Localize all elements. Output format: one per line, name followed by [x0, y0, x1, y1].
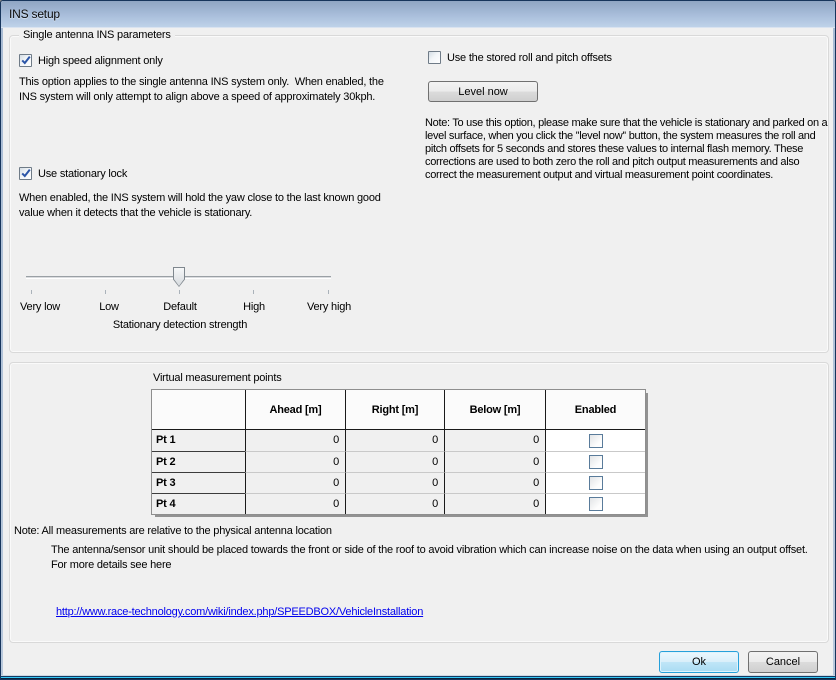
slider-label-low: Low — [99, 301, 119, 313]
single-antenna-group-title: Single antenna INS parameters — [19, 29, 175, 41]
ahead-value-cell[interactable]: 0 — [245, 430, 345, 451]
ahead-value-cell[interactable]: 0 — [245, 451, 345, 472]
high-speed-alignment-label: High speed alignment only — [38, 55, 163, 67]
column-header-ahead: Ahead [m] — [245, 390, 345, 429]
row-label: Pt 4 — [152, 493, 245, 514]
table-row: Pt 1 0 0 0 — [152, 430, 645, 451]
enabled-checkbox[interactable] — [589, 497, 603, 511]
right-value-cell[interactable]: 0 — [345, 472, 444, 493]
enabled-checkbox[interactable] — [589, 434, 603, 448]
vehicle-installation-link[interactable]: http://www.race-technology.com/wiki/inde… — [56, 606, 423, 618]
right-value-cell[interactable]: 0 — [345, 493, 444, 514]
slider-tick — [31, 290, 32, 294]
window-frame-left — [1, 28, 3, 675]
slider-label-default: Default — [163, 301, 196, 313]
slider-label-very-low: Very low — [20, 301, 60, 313]
high-speed-alignment-checkbox[interactable] — [19, 54, 32, 67]
below-value-cell[interactable]: 0 — [444, 493, 545, 514]
checkmark-icon — [20, 54, 32, 66]
ahead-value-cell[interactable]: 0 — [245, 472, 345, 493]
table-corner-cell — [152, 390, 245, 429]
window-frame-right — [833, 28, 835, 675]
window-title: INS setup — [9, 7, 60, 21]
slider-tick — [253, 290, 254, 294]
enabled-cell — [545, 493, 645, 514]
row-label: Pt 1 — [152, 430, 245, 451]
table-row: Pt 4 0 0 0 — [152, 493, 645, 514]
slider-caption: Stationary detection strength — [113, 319, 247, 331]
virtual-points-table: Ahead [m] Right [m] Below [m] Enabled Pt… — [151, 389, 646, 515]
column-header-enabled: Enabled — [545, 390, 645, 429]
table-header-row: Ahead [m] Right [m] Below [m] Enabled — [152, 390, 645, 430]
enabled-cell — [545, 451, 645, 472]
column-header-below: Below [m] — [444, 390, 545, 429]
stationary-lock-description: When enabled, the INS system will hold t… — [19, 191, 401, 221]
level-now-button[interactable]: Level now — [428, 81, 538, 102]
enabled-cell — [545, 430, 645, 451]
cancel-button[interactable]: Cancel — [748, 651, 818, 673]
measurements-note: Note: All measurements are relative to t… — [14, 525, 332, 537]
ahead-value-cell[interactable]: 0 — [245, 493, 345, 514]
stationary-lock-label: Use stationary lock — [38, 168, 127, 180]
slider-label-very-high: Very high — [307, 301, 351, 313]
slider-tick — [179, 290, 180, 294]
row-label: Pt 2 — [152, 451, 245, 472]
enabled-checkbox[interactable] — [589, 455, 603, 469]
ok-button[interactable]: Ok — [659, 651, 739, 673]
slider-label-high: High — [243, 301, 265, 313]
checkmark-icon — [20, 167, 32, 179]
below-value-cell[interactable]: 0 — [444, 451, 545, 472]
row-label: Pt 3 — [152, 472, 245, 493]
high-speed-description: This option applies to the single antenn… — [19, 75, 401, 105]
stationary-lock-checkbox[interactable] — [19, 167, 32, 180]
enabled-checkbox[interactable] — [589, 476, 603, 490]
window-frame-bottom — [1, 675, 835, 679]
table-row: Pt 2 0 0 0 — [152, 451, 645, 472]
below-value-cell[interactable]: 0 — [444, 430, 545, 451]
stored-offsets-label: Use the stored roll and pitch offsets — [447, 52, 612, 64]
level-now-note: Note: To use this option, please make su… — [425, 117, 833, 182]
enabled-cell — [545, 472, 645, 493]
slider-tick — [105, 290, 106, 294]
ins-setup-dialog: INS setup Single antenna INS parameters … — [0, 0, 836, 680]
column-header-right: Right [m] — [345, 390, 444, 429]
title-bar[interactable]: INS setup — [1, 1, 835, 28]
table-row: Pt 3 0 0 0 — [152, 472, 645, 493]
slider-tick — [328, 290, 329, 294]
below-value-cell[interactable]: 0 — [444, 472, 545, 493]
stored-offsets-checkbox[interactable] — [428, 51, 441, 64]
placement-note: The antenna/sensor unit should be placed… — [51, 543, 825, 573]
table-title: Virtual measurement points — [153, 372, 282, 384]
right-value-cell[interactable]: 0 — [345, 430, 444, 451]
right-value-cell[interactable]: 0 — [345, 451, 444, 472]
